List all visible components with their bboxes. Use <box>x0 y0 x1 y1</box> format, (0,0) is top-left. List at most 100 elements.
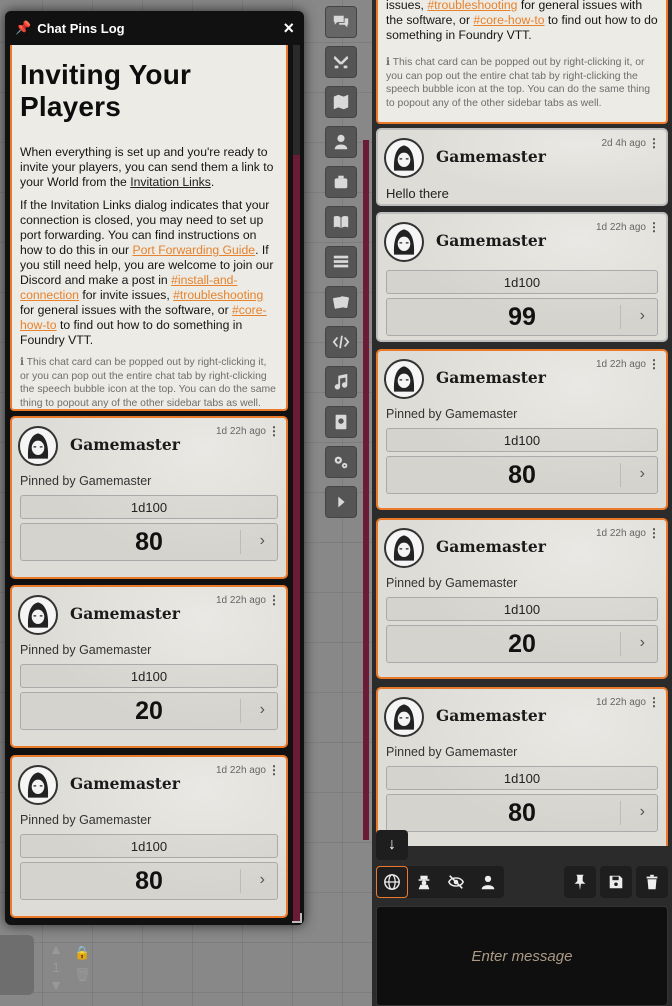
self-roll-button[interactable] <box>472 866 504 898</box>
journal-note: ℹ This chat card can be popped out by ri… <box>386 57 651 109</box>
journal-heading: Inviting Your Players <box>20 59 192 122</box>
chat-actions-group <box>564 866 668 898</box>
chat-message-input[interactable]: Enter message <box>376 906 668 1006</box>
message-timestamp: 2d 4h ago <box>601 138 647 149</box>
core-how-to-link[interactable]: #core-how-to <box>473 13 544 27</box>
chevron-right-icon[interactable]: › <box>640 465 645 483</box>
chevron-right-icon[interactable]: › <box>640 634 645 652</box>
actors-icon <box>334 134 348 150</box>
chat-message-pinned[interactable]: Gamemaster 1d 22h ago ⋮ Pinned by Gamema… <box>376 687 668 846</box>
chat-message-pinned[interactable]: Gamemaster 1d 22h ago ⋮ Pinned by Gamema… <box>376 518 668 679</box>
dice-total[interactable]: 80 › <box>386 794 658 832</box>
chevron-right-icon[interactable]: › <box>260 871 265 889</box>
message-menu-icon[interactable]: ⋮ <box>648 136 660 150</box>
info-icon: ℹ <box>386 57 393 68</box>
items-icon <box>334 175 348 189</box>
eye-slash-icon <box>447 875 465 889</box>
avatar <box>384 138 424 178</box>
tab-chat[interactable] <box>325 6 357 38</box>
tab-actors[interactable] <box>325 126 357 158</box>
troubleshooting-link[interactable]: #troubleshooting <box>427 0 517 12</box>
arrow-down-icon: ↓ <box>388 836 396 853</box>
dice-total[interactable]: 80 › <box>20 523 278 561</box>
chat-scrollbar[interactable] <box>363 140 369 840</box>
close-button[interactable]: × <box>283 18 294 39</box>
tab-collapse[interactable] <box>325 486 357 518</box>
chat-message-pinned[interactable]: Gamemaster 1d 22h ago ⋮ Pinned by Gamema… <box>376 349 668 510</box>
tab-compendium[interactable] <box>325 406 357 438</box>
dice-formula[interactable]: 1d100 <box>386 428 658 452</box>
elevation-control[interactable]: ▲ 1 ▼ <box>46 940 66 994</box>
tab-cards[interactable] <box>325 286 357 318</box>
blind-roll-button[interactable] <box>440 866 472 898</box>
jump-to-bottom-button[interactable]: ↓ <box>376 830 408 860</box>
message-menu-icon[interactable]: ⋮ <box>648 357 660 371</box>
message-sender: Gamemaster <box>436 147 546 166</box>
dice-formula[interactable]: 1d100 <box>20 664 278 688</box>
journal-chat-card[interactable]: Inviting Your Players When everything is… <box>10 45 288 411</box>
port-forwarding-link[interactable]: Port Forwarding Guide <box>132 243 255 257</box>
pinned-message[interactable]: Gamemaster 1d 22h ago ⋮ Pinned by Gamema… <box>10 585 288 748</box>
arrow-down-icon[interactable]: ▼ <box>46 976 66 994</box>
dice-formula[interactable]: 1d100 <box>20 495 278 519</box>
public-roll-button[interactable] <box>376 866 408 898</box>
tab-journal[interactable] <box>325 206 357 238</box>
journal-chat-card[interactable]: issues, #troubleshooting for general iss… <box>376 0 668 124</box>
pinned-message[interactable]: Gamemaster 1d 22h ago ⋮ Pinned by Gamema… <box>10 416 288 579</box>
dice-total[interactable]: 20 › <box>20 692 278 730</box>
user-icon <box>481 875 495 890</box>
dice-total[interactable]: 20 › <box>386 625 658 663</box>
chevron-right-icon[interactable]: › <box>640 307 645 325</box>
message-menu-icon[interactable]: ⋮ <box>268 763 280 777</box>
gm-roll-button[interactable] <box>408 866 440 898</box>
chevron-right-icon[interactable]: › <box>260 532 265 550</box>
export-log-button[interactable] <box>600 866 632 898</box>
tab-tables[interactable] <box>325 246 357 278</box>
chat-message[interactable]: Gamemaster 2d 4h ago ⋮ Hello there <box>376 128 668 206</box>
message-timestamp: 1d 22h ago <box>595 528 646 539</box>
message-sender: Gamemaster <box>70 435 180 454</box>
tab-combat[interactable] <box>325 46 357 78</box>
message-menu-icon[interactable]: ⋮ <box>268 424 280 438</box>
pinned-message[interactable]: Gamemaster 1d 22h ago ⋮ Pinned by Gamema… <box>10 755 288 918</box>
invitation-links-link[interactable]: Invitation Links <box>130 175 211 189</box>
roll-mode-group <box>376 866 504 898</box>
pins-log-button[interactable] <box>564 866 596 898</box>
chat-message[interactable]: Gamemaster 1d 22h ago ⋮ 1d100 99 › <box>376 212 668 342</box>
dice-total[interactable]: 80 › <box>20 862 278 900</box>
pins-log-window[interactable]: 📌 Chat Pins Log × Inviting Your Players … <box>5 11 304 925</box>
tab-macros[interactable] <box>325 326 357 358</box>
clear-log-button[interactable] <box>636 866 668 898</box>
dice-formula[interactable]: 1d100 <box>386 270 658 294</box>
tab-scenes[interactable] <box>325 86 357 118</box>
message-menu-icon[interactable]: ⋮ <box>268 593 280 607</box>
tab-items[interactable] <box>325 166 357 198</box>
tab-playlists[interactable] <box>325 366 357 398</box>
trash-icon[interactable]: 🗑 <box>74 964 91 986</box>
tab-settings[interactable] <box>325 446 357 478</box>
dice-formula[interactable]: 1d100 <box>386 766 658 790</box>
chevron-right-icon[interactable]: › <box>640 803 645 821</box>
resize-handle[interactable] <box>292 913 302 923</box>
scrollbar-thumb[interactable] <box>293 155 300 921</box>
message-menu-icon[interactable]: ⋮ <box>648 526 660 540</box>
message-menu-icon[interactable]: ⋮ <box>648 220 660 234</box>
thumbtack-icon: 📌 <box>15 20 32 35</box>
token-lock-controls: 🔒 🗑 <box>74 942 91 986</box>
dice-total[interactable]: 80 › <box>386 456 658 494</box>
dice-formula[interactable]: 1d100 <box>386 597 658 621</box>
message-menu-icon[interactable]: ⋮ <box>648 695 660 709</box>
troubleshooting-link[interactable]: #troubleshooting <box>173 288 263 302</box>
avatar <box>384 359 424 399</box>
pinned-by-label: Pinned by Gamemaster <box>386 576 518 590</box>
arrow-up-icon[interactable]: ▲ <box>46 940 66 958</box>
journal-paragraph: issues, #troubleshooting for general iss… <box>386 0 658 42</box>
chevron-right-icon[interactable]: › <box>260 701 265 719</box>
window-header[interactable]: 📌 Chat Pins Log × <box>5 11 304 45</box>
compendium-icon <box>335 414 347 430</box>
dice-total[interactable]: 99 › <box>386 298 658 336</box>
lock-icon[interactable]: 🔒 <box>74 942 91 964</box>
dice-formula[interactable]: 1d100 <box>20 834 278 858</box>
message-content: Hello there <box>386 186 449 201</box>
journal-paragraph: If the Invitation Links dialog indicates… <box>20 198 274 347</box>
